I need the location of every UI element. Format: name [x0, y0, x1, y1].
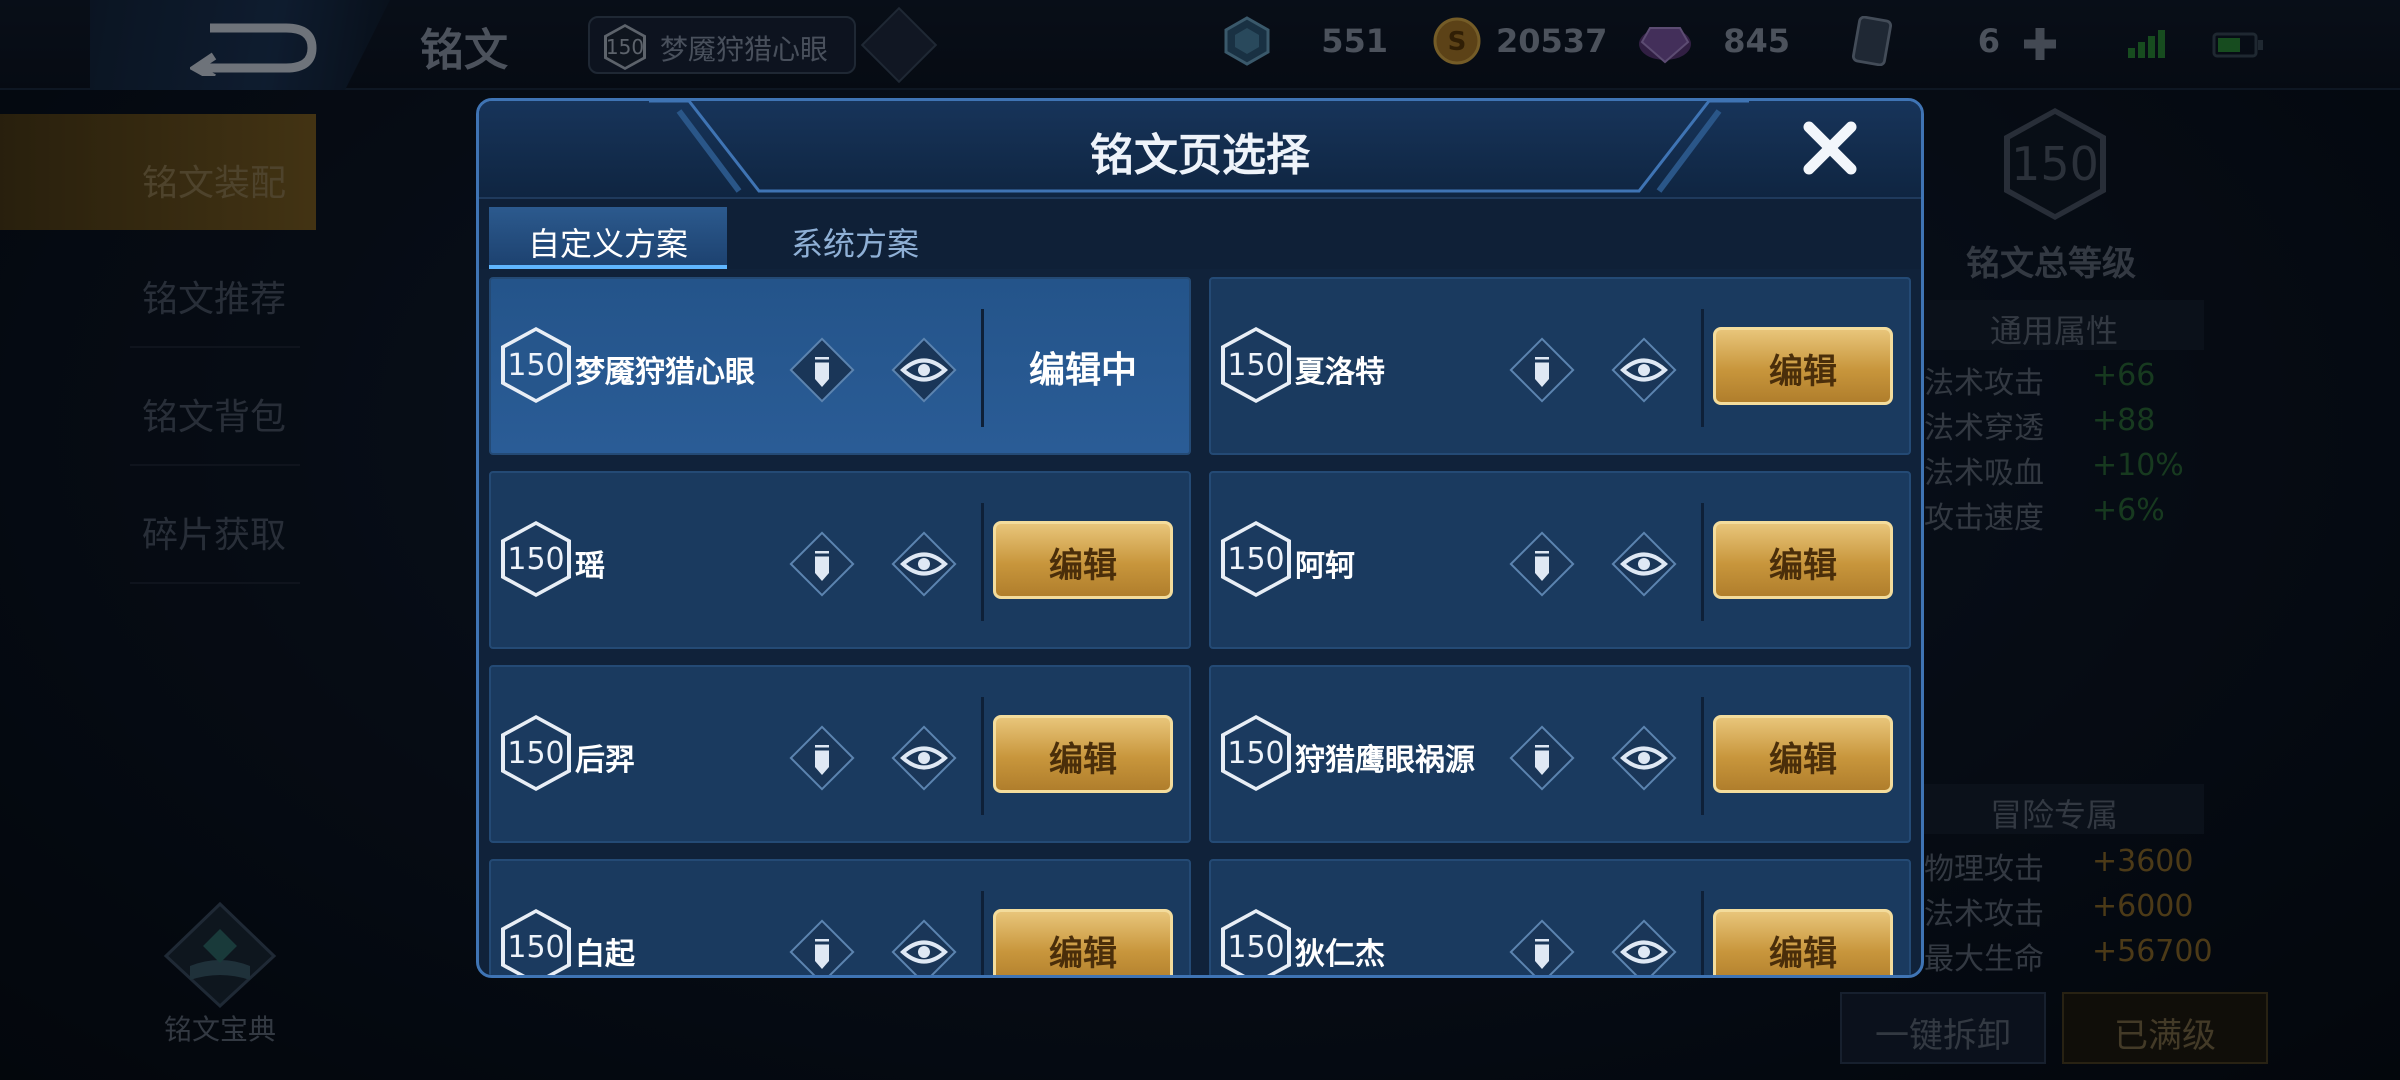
- pen-icon[interactable]: [1507, 723, 1577, 793]
- eye-icon[interactable]: [1609, 335, 1679, 405]
- card-separator: [1701, 891, 1704, 975]
- rune-page-card[interactable]: 150 瑶 编辑: [489, 471, 1191, 649]
- tab-system-plans[interactable]: 系统方案: [741, 207, 969, 269]
- rune-page-card[interactable]: 150 梦魇狩猎心眼 编辑中: [489, 277, 1191, 455]
- dialog-title: 铭文页选择: [1090, 130, 1310, 181]
- pen-icon[interactable]: [1507, 917, 1577, 978]
- edit-button[interactable]: 编辑: [1713, 909, 1893, 975]
- rune-page-name: 狄仁杰: [1295, 937, 1385, 972]
- level-hex-icon: 150: [1221, 909, 1291, 975]
- pen-icon[interactable]: [787, 917, 857, 978]
- level-hex-icon: 150: [501, 909, 571, 975]
- eye-icon[interactable]: [1609, 529, 1679, 599]
- pen-icon[interactable]: [787, 723, 857, 793]
- tab-custom-plans[interactable]: 自定义方案: [489, 207, 727, 269]
- pen-icon[interactable]: [1507, 529, 1577, 599]
- rune-page-card[interactable]: 150 狄仁杰 编辑: [1209, 859, 1911, 978]
- card-separator: [1701, 309, 1704, 427]
- close-icon[interactable]: [1799, 117, 1861, 179]
- card-separator: [981, 697, 984, 815]
- pen-icon[interactable]: [787, 529, 857, 599]
- rune-page-card[interactable]: 150 夏洛特 编辑: [1209, 277, 1911, 455]
- rune-page-card[interactable]: 150 白起 编辑: [489, 859, 1191, 978]
- edit-button[interactable]: 编辑: [993, 715, 1173, 793]
- eye-icon[interactable]: [889, 529, 959, 599]
- rune-page-name: 后羿: [575, 743, 635, 778]
- level-hex-icon: 150: [501, 715, 571, 791]
- edit-button[interactable]: 编辑: [993, 521, 1173, 599]
- edit-button[interactable]: 编辑: [1713, 521, 1893, 599]
- eye-icon[interactable]: [889, 335, 959, 405]
- pen-icon[interactable]: [787, 335, 857, 405]
- level-hex-icon: 150: [1221, 327, 1291, 403]
- level-hex-icon: 150: [1221, 521, 1291, 597]
- card-separator: [981, 309, 984, 427]
- edit-button[interactable]: 编辑: [1713, 715, 1893, 793]
- rune-page-card[interactable]: 150 狩猎鹰眼祸源 编辑: [1209, 665, 1911, 843]
- rune-page-name: 阿轲: [1295, 549, 1355, 584]
- rune-page-name: 瑶: [575, 549, 605, 584]
- pen-icon[interactable]: [1507, 335, 1577, 405]
- edit-button[interactable]: 编辑: [1713, 327, 1893, 405]
- eye-icon[interactable]: [889, 723, 959, 793]
- eye-icon[interactable]: [889, 917, 959, 978]
- rune-page-name: 狩猎鹰眼祸源: [1295, 743, 1475, 778]
- edit-button[interactable]: 编辑: [993, 909, 1173, 975]
- rune-page-card[interactable]: 150 阿轲 编辑: [1209, 471, 1911, 649]
- card-separator: [981, 891, 984, 975]
- rune-page-name: 梦魇狩猎心眼: [575, 355, 755, 390]
- eye-icon[interactable]: [1609, 723, 1679, 793]
- rune-page-select-dialog: 铭文页选择 自定义方案 系统方案 150 梦魇狩猎心眼 编辑中 150 夏洛特 …: [476, 98, 1924, 978]
- card-separator: [981, 503, 984, 621]
- rune-page-name: 夏洛特: [1295, 355, 1385, 390]
- eye-icon[interactable]: [1609, 917, 1679, 978]
- editing-status: 编辑中: [1028, 350, 1137, 391]
- card-separator: [1701, 697, 1704, 815]
- rune-page-card[interactable]: 150 后羿 编辑: [489, 665, 1191, 843]
- rune-page-name: 白起: [575, 937, 635, 972]
- card-separator: [1701, 503, 1704, 621]
- level-hex-icon: 150: [1221, 715, 1291, 791]
- level-hex-icon: 150: [501, 521, 571, 597]
- level-hex-icon: 150: [501, 327, 571, 403]
- screen: 铭文 150 梦魇狩猎心眼 551 S 20537 845 6 铭文装配 铭文推…: [0, 0, 2400, 1080]
